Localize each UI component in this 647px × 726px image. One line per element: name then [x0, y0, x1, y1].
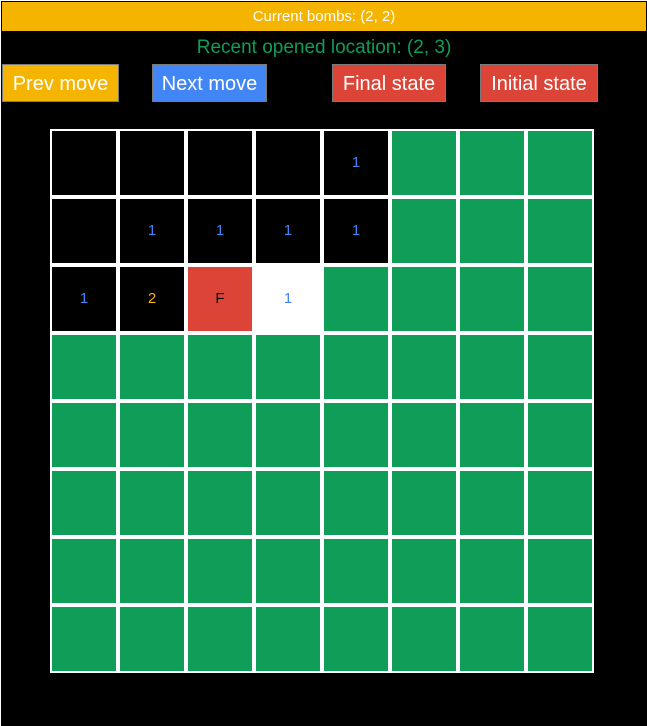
- final-state-button[interactable]: Final state: [332, 64, 446, 102]
- board-cell[interactable]: [256, 335, 320, 399]
- board-cell[interactable]: [120, 131, 184, 195]
- board-cell[interactable]: [528, 539, 592, 603]
- board-cell[interactable]: [324, 403, 388, 467]
- board-cell[interactable]: [120, 607, 184, 671]
- board-cell[interactable]: [120, 539, 184, 603]
- board-cell[interactable]: [188, 335, 252, 399]
- board-cell[interactable]: 1: [120, 199, 184, 263]
- recent-opened-location: Recent opened location: (2, 3): [196, 37, 452, 58]
- board-cell[interactable]: [52, 607, 116, 671]
- board-cell[interactable]: 1: [324, 199, 388, 263]
- board-cell[interactable]: [188, 539, 252, 603]
- prev-move-button[interactable]: Prev move: [2, 64, 119, 102]
- board-cell[interactable]: [392, 607, 456, 671]
- board-cell[interactable]: [188, 131, 252, 195]
- board-cell[interactable]: [460, 471, 524, 535]
- board-cell[interactable]: 1: [52, 267, 116, 331]
- board-cell[interactable]: [324, 471, 388, 535]
- board-cell[interactable]: [256, 403, 320, 467]
- minesweeper-board: 1111112F1: [50, 129, 594, 673]
- board-cell[interactable]: [528, 267, 592, 331]
- board-cell[interactable]: 1: [324, 131, 388, 195]
- board-cell[interactable]: [52, 471, 116, 535]
- board-cell[interactable]: [52, 199, 116, 263]
- board-cell[interactable]: [324, 335, 388, 399]
- board-cell[interactable]: [324, 267, 388, 331]
- board-cell[interactable]: [120, 471, 184, 535]
- board-cell[interactable]: 1: [256, 199, 320, 263]
- board-cell[interactable]: [392, 335, 456, 399]
- current-bombs-banner: Current bombs: (2, 2): [2, 2, 646, 31]
- next-move-button[interactable]: Next move: [152, 64, 267, 102]
- board-cell[interactable]: [52, 131, 116, 195]
- board-cell[interactable]: [460, 607, 524, 671]
- board-cell[interactable]: [188, 471, 252, 535]
- board-cell[interactable]: [188, 607, 252, 671]
- board-cell[interactable]: [460, 403, 524, 467]
- board-cell[interactable]: [324, 539, 388, 603]
- board-cell[interactable]: [324, 607, 388, 671]
- board-cell[interactable]: [392, 267, 456, 331]
- board-cell[interactable]: [256, 539, 320, 603]
- board-cell[interactable]: 2: [120, 267, 184, 331]
- board-cell[interactable]: [460, 335, 524, 399]
- board-cell[interactable]: [52, 335, 116, 399]
- initial-state-button[interactable]: Initial state: [480, 64, 598, 102]
- board-cell[interactable]: [528, 199, 592, 263]
- board-cell[interactable]: [460, 199, 524, 263]
- board-cell[interactable]: [528, 607, 592, 671]
- board-cell[interactable]: [460, 267, 524, 331]
- board-cell[interactable]: [52, 539, 116, 603]
- board-cell[interactable]: [460, 131, 524, 195]
- board-cell[interactable]: [460, 539, 524, 603]
- board-cell[interactable]: [120, 335, 184, 399]
- board-cell[interactable]: [528, 471, 592, 535]
- board-cell[interactable]: [256, 131, 320, 195]
- board-cell[interactable]: [256, 471, 320, 535]
- board-cell[interactable]: [392, 539, 456, 603]
- board-cell[interactable]: [392, 471, 456, 535]
- board-cell[interactable]: [188, 403, 252, 467]
- board-cell[interactable]: F: [188, 267, 252, 331]
- board-cell[interactable]: [528, 131, 592, 195]
- board-cell[interactable]: [392, 131, 456, 195]
- board-cell[interactable]: [528, 335, 592, 399]
- board-cell[interactable]: 1: [188, 199, 252, 263]
- board-cell[interactable]: [52, 403, 116, 467]
- board-cell[interactable]: [120, 403, 184, 467]
- board-cell[interactable]: [392, 403, 456, 467]
- board-cell[interactable]: 1: [256, 267, 320, 331]
- board-cell[interactable]: [256, 607, 320, 671]
- board-cell[interactable]: [528, 403, 592, 467]
- board-cell[interactable]: [392, 199, 456, 263]
